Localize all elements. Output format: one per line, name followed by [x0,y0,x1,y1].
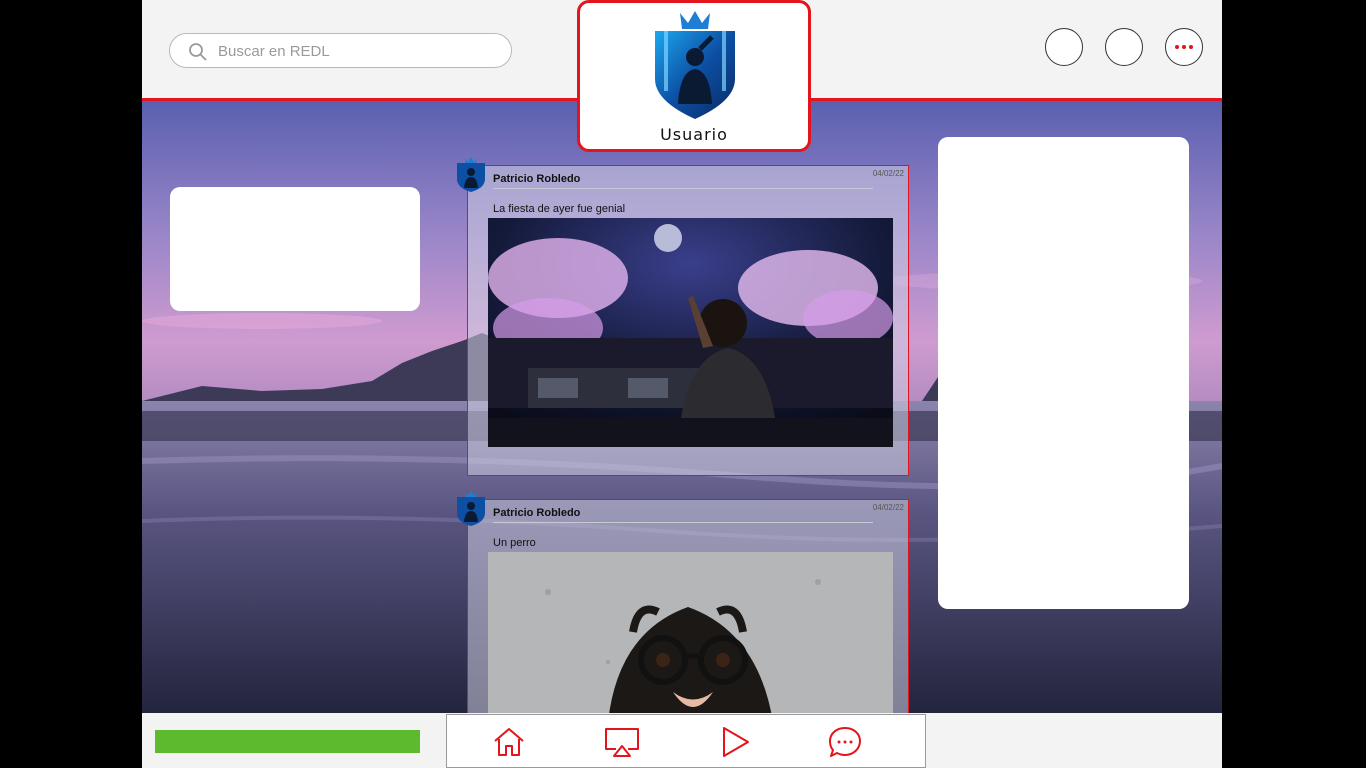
profile-card[interactable]: Usuario [577,0,811,152]
nav-play[interactable] [718,725,754,759]
profile-emblem-icon [655,11,735,119]
cast-icon [605,728,639,757]
right-panel [938,137,1189,609]
dog-with-glasses-photo [488,552,893,722]
nav-cast[interactable] [604,725,640,759]
progress-fill [155,730,420,753]
play-icon [723,727,749,757]
search-box[interactable] [169,33,512,68]
post-card[interactable]: Patricio Robledo 04/02/22 Un perro [457,491,909,729]
circle-button-1[interactable] [1045,28,1083,66]
chat-icon [829,727,861,757]
left-panel [170,187,420,311]
post-divider [493,188,873,189]
home-icon [494,728,524,756]
post-image-dog[interactable] [488,552,893,722]
post-divider [493,522,873,523]
nav-chat[interactable] [827,725,863,759]
post-text: La fiesta de ayer fue genial [493,203,626,215]
bottom-nav [446,714,926,768]
more-button[interactable] [1165,28,1203,66]
search-input[interactable] [216,40,496,62]
progress-bar [155,730,420,753]
bottom-bar [142,713,1222,768]
author-avatar[interactable] [456,157,486,193]
post-image-party[interactable] [488,218,893,447]
profile-name: Usuario [660,125,728,144]
author-avatar[interactable] [456,491,486,527]
post-author[interactable]: Patricio Robledo [493,507,580,519]
party-dj-photo [488,218,893,447]
search-icon [189,43,207,61]
post-date: 04/02/22 [872,503,904,512]
post-author[interactable]: Patricio Robledo [493,173,580,185]
circle-button-2[interactable] [1105,28,1143,66]
post-card[interactable]: Patricio Robledo 04/02/22 La fiesta de a… [457,157,909,476]
nav-home[interactable] [491,725,527,759]
post-date: 04/02/22 [872,169,904,178]
post-text: Un perro [493,537,536,549]
app-window: Usuario Patricio Robledo 04/02/22 La fie… [142,0,1222,768]
more-dots-icon [1175,45,1193,49]
